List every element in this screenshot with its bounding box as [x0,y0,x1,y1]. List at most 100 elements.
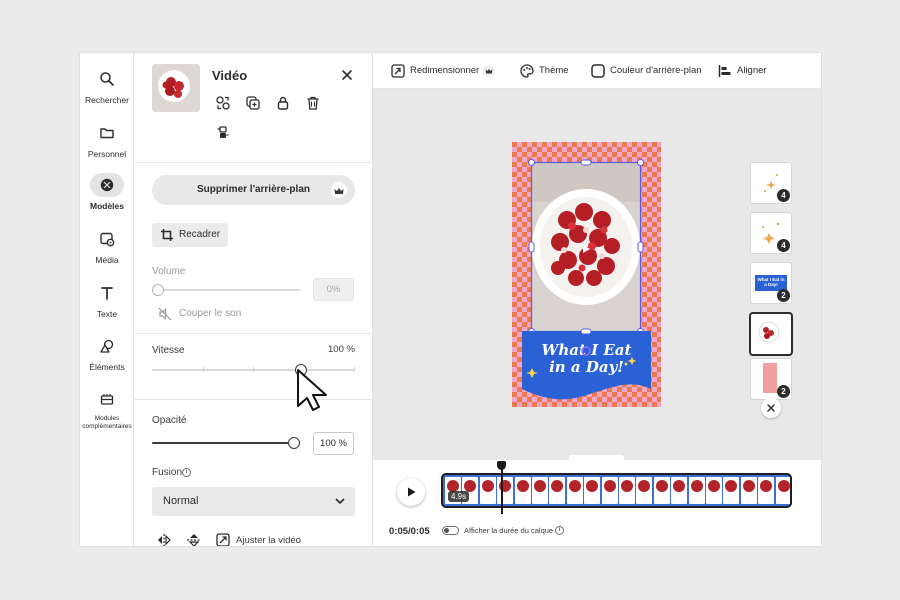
fit-video-icon [216,533,230,546]
rail-label: Personnel [87,149,127,159]
rail-item-search[interactable]: Rechercher [80,67,134,105]
clip-frame [723,477,740,504]
crop-label: Recadrer [179,229,221,240]
clip-frame [775,477,790,504]
rail-item-addons[interactable]: Modules complémentaires [80,387,134,431]
page-thumb-caption: What I Eat in a Day! [757,277,785,287]
clip-frame [758,477,775,504]
folder-icon [90,121,124,145]
flip-vertical-icon [187,534,201,546]
align-left-icon [718,65,731,77]
arrange-icon [217,126,229,138]
opacity-slider-fill [152,442,294,444]
volume-slider-track[interactable] [158,289,301,291]
rail-label: Modèles [89,201,124,211]
rail-item-personal[interactable]: Personnel [80,121,134,159]
background-color-label: Couleur d'arrière-plan [610,65,702,76]
shapes-icon [90,334,124,358]
rail-label: Modules complémentaires [82,415,132,430]
blend-mode-select[interactable]: Normal [152,487,355,516]
theme-button[interactable]: Thème [520,63,569,79]
divider [134,162,373,163]
canvas-area[interactable]: What I Eat in a Day! 4 4 What I Eat in a… [373,89,821,465]
page-thumbnail[interactable]: 4 [751,163,791,203]
info-icon[interactable]: i [555,526,564,535]
page-thumbnail[interactable]: 2 [751,359,791,399]
video-properties-panel: Vidéo Supprimer l'arrière-plan Recadrer … [134,53,373,546]
timecode: 0:05/0:05 [389,526,430,537]
speed-label: Vitesse [152,345,185,356]
clip-frame [601,477,618,504]
resize-icon [391,64,405,78]
fit-video-button[interactable] [216,533,232,546]
opacity-slider-handle[interactable] [288,437,300,449]
remove-background-label: Supprimer l'arrière-plan [197,184,310,195]
clip-frame [584,477,601,504]
mute-toggle[interactable]: Couper le son [158,307,298,322]
crop-icon [161,229,173,241]
rail-item-media[interactable]: Média [80,227,134,265]
rail-label: Texte [96,309,118,319]
play-button[interactable] [397,478,425,506]
resize-button[interactable]: Redimensionner [391,63,499,79]
info-icon[interactable]: i [182,468,191,477]
timeline-panel: 4.9s 0:05/0:05 Afficher la durée du calq… [373,460,821,546]
speed-value: 100 % [328,344,355,355]
rail-item-elements[interactable]: Éléments [80,334,134,372]
volume-slider-handle[interactable] [152,284,164,296]
opacity-value[interactable]: 100 % [313,432,354,455]
arrange-button[interactable] [215,124,231,140]
rail-label: Éléments [89,362,125,372]
blend-mode-value: Normal [163,495,199,507]
panel-title: Vidéo [212,68,248,83]
mute-label: Couper le son [179,308,242,319]
align-button[interactable]: Aligner [718,63,767,79]
layer-duration-toggle[interactable] [442,526,459,535]
color-swatch-icon [591,64,605,78]
rail-item-templates[interactable]: Modèles [80,173,134,211]
addons-icon [90,387,124,411]
trash-icon [307,96,319,110]
flip-horizontal-button[interactable] [156,533,172,546]
lock-icon [277,96,289,110]
flip-vertical-button[interactable] [186,533,202,546]
page-thumbnail[interactable]: 4 [751,213,791,253]
duplicate-button[interactable] [245,95,261,111]
clip-frame [706,477,722,504]
left-rail: Rechercher Personnel Modèles Média Texte [80,53,134,546]
replace-video-button[interactable] [215,95,231,111]
clip-frame [566,477,583,504]
video-thumbnail [152,64,200,112]
headline-line-1[interactable]: What I Eat [542,341,632,359]
rail-item-text[interactable]: Texte [80,281,134,319]
headline-line-2[interactable]: in a Day! [549,358,624,376]
clip-frame [636,477,653,504]
delete-button[interactable] [305,95,321,111]
clip-frame [671,477,688,504]
page-thumbnail-active[interactable] [751,314,791,354]
page-thumbnail[interactable]: What I Eat in a Day! 2 [751,263,791,303]
search-icon [90,67,124,91]
clip-duration-chip: 4.9s [448,491,470,502]
clip-frame [497,477,514,504]
video-clip-track[interactable]: 4.9s [441,473,792,508]
clip-frame [549,477,566,504]
app-window: Rechercher Personnel Modèles Média Texte [80,53,821,546]
close-panel-button[interactable] [340,68,354,82]
volume-value[interactable]: 0% [313,278,354,301]
palette-icon [520,64,534,78]
remove-background-button[interactable]: Supprimer l'arrière-plan [152,175,355,205]
close-icon [767,404,775,412]
mouse-cursor-icon [297,369,327,411]
page-layer-count: 4 [777,189,790,202]
chevron-down-icon [335,498,345,505]
rail-label: Média [95,255,119,265]
playhead[interactable] [501,464,503,514]
close-pages-button[interactable] [761,398,781,418]
background-color-button[interactable]: Couleur d'arrière-plan [591,63,702,79]
volume-label: Volume [152,266,186,277]
crop-button[interactable]: Recadrer [152,223,228,247]
lock-button[interactable] [275,95,291,111]
artboard[interactable]: What I Eat in a Day! [512,142,661,407]
play-icon [408,487,416,497]
